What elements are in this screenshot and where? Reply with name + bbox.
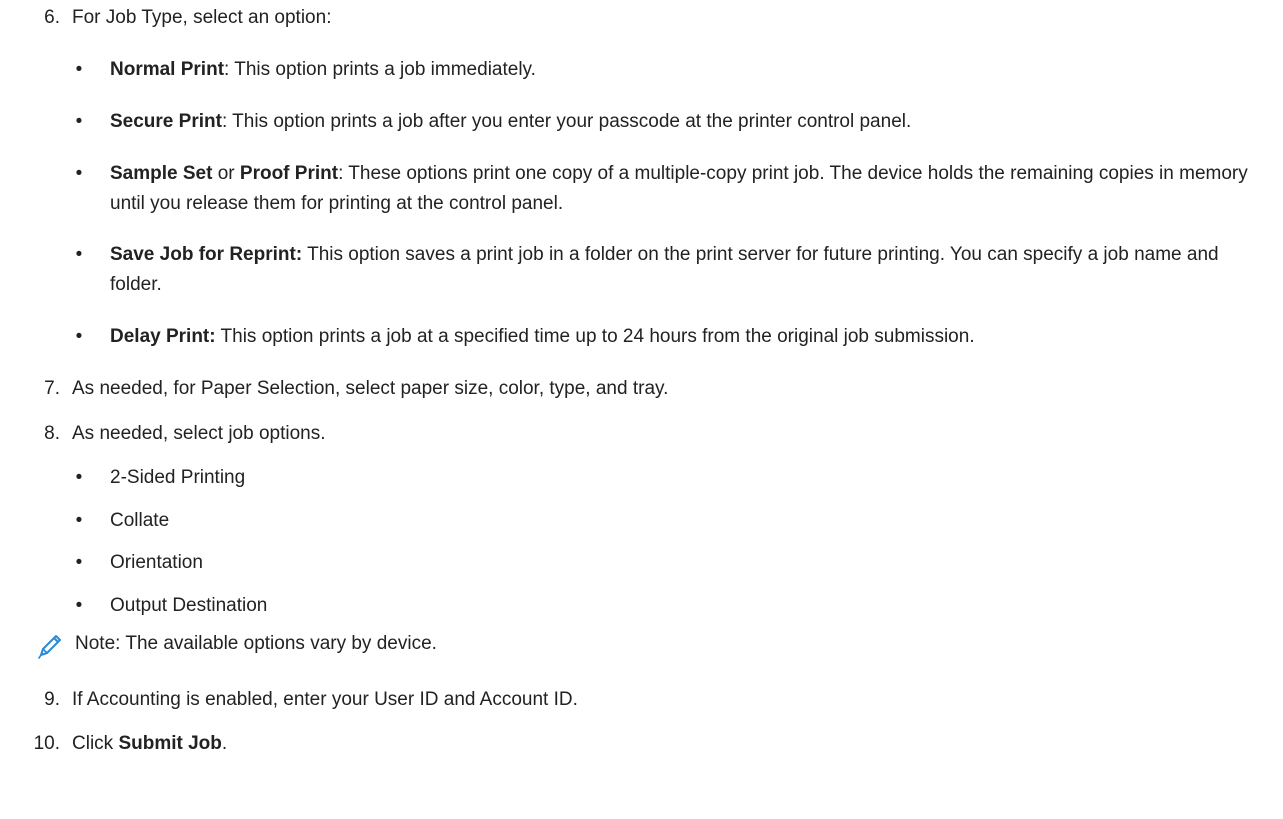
option-description: : This option prints a job after you ent… <box>221 111 912 132</box>
step-text: As needed, for Paper Selection, select p… <box>72 378 669 399</box>
step-number: 10. <box>33 733 60 754</box>
list-item-text: Sample Set or Proof Print: These options… <box>110 159 1270 219</box>
bullet-icon: • <box>75 163 83 184</box>
list-item-text: Orientation <box>110 552 203 573</box>
step-text: As needed, select job options. <box>72 423 326 444</box>
list-item-text: Collate <box>110 510 170 531</box>
option-name: Delay Print: <box>110 326 216 347</box>
step-text-pre: Click <box>72 733 119 754</box>
bullet-icon: • <box>75 467 83 488</box>
option-description: : This option prints a job immediately. <box>224 59 536 80</box>
list-item-text: 2-Sided Printing <box>110 467 246 488</box>
option-description: This option prints a job at a specified … <box>215 326 975 347</box>
list-item-text: Output Destination <box>110 595 268 616</box>
option-connector: or <box>212 163 240 184</box>
option-name: Normal Print <box>110 59 225 80</box>
bullet-icon: • <box>75 111 83 132</box>
option-name: Secure Print <box>110 111 222 132</box>
list-item-text: Delay Print: This option prints a job at… <box>110 322 1270 352</box>
option-name: Save Job for Reprint: <box>110 244 303 265</box>
step-number: 9. <box>44 689 60 710</box>
bullet-icon: • <box>75 552 83 573</box>
submit-job-label: Submit Job <box>118 733 222 754</box>
option-name-alt: Proof Print <box>239 163 339 184</box>
bullet-icon: • <box>75 59 83 80</box>
list-item-text: Save Job for Reprint: This option saves … <box>110 240 1270 300</box>
bullet-icon: • <box>75 595 83 616</box>
bullet-icon: • <box>75 326 83 347</box>
pencil-icon <box>35 631 65 661</box>
list-item-text: Normal Print: This option prints a job i… <box>110 55 1270 85</box>
bullet-icon: • <box>75 510 83 531</box>
step-text-post: . <box>221 733 228 754</box>
option-name: Sample Set <box>110 163 213 184</box>
note-text: Note: The available options vary by devi… <box>75 633 437 654</box>
step-text: If Accounting is enabled, enter your Use… <box>72 689 578 710</box>
step-text: For Job Type, select an option: <box>72 7 332 28</box>
note: Note: The available options vary by devi… <box>0 625 1283 665</box>
step-number: 6. <box>44 7 60 28</box>
step-text: Click Submit Job. <box>72 729 227 759</box>
step-number: 8. <box>44 423 60 444</box>
list-item-text: Secure Print: This option prints a job a… <box>110 107 1270 137</box>
step-number: 7. <box>44 378 60 399</box>
bullet-icon: • <box>75 244 83 265</box>
